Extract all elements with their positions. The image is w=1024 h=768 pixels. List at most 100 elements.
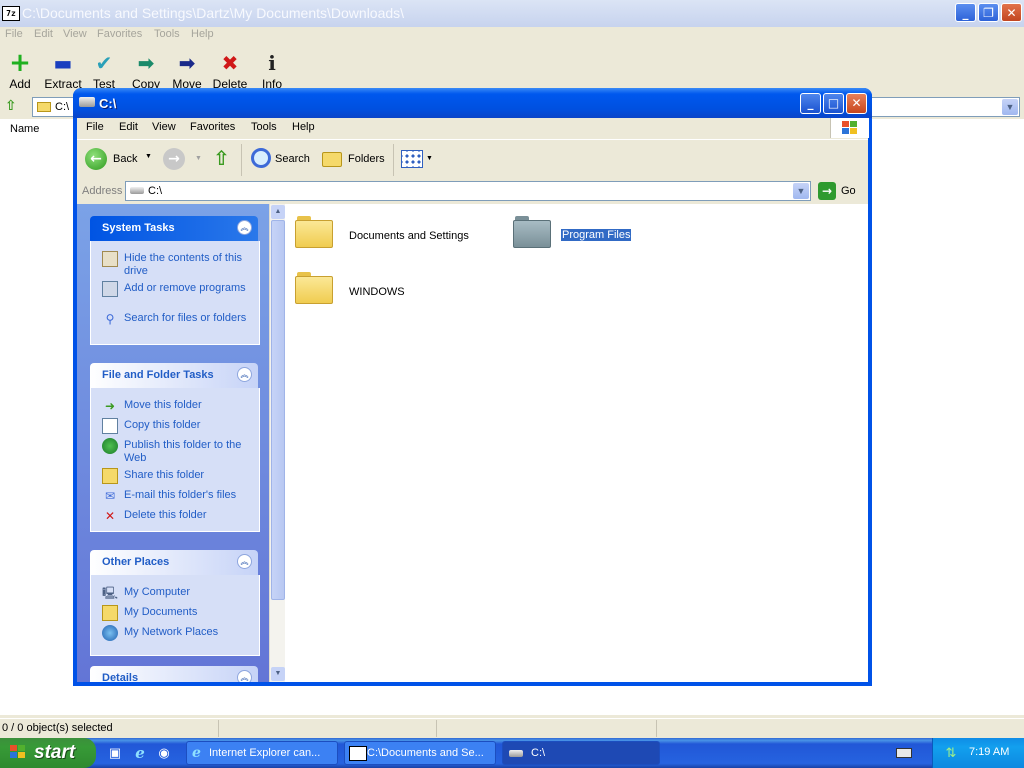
start-button[interactable]: start [0, 738, 96, 768]
task-copy-folder[interactable]: Copy this folder [102, 418, 252, 434]
clock[interactable]: 7:19 AM [969, 746, 1009, 758]
zip-app-icon: 7z [2, 6, 20, 21]
collapse-icon[interactable]: ︽ [237, 220, 252, 235]
zip-menu-help[interactable]: Help [191, 28, 214, 40]
task-label: E-mail this folder's files [124, 489, 237, 501]
folder-label: WINDOWS [349, 286, 405, 298]
task-publish-web[interactable]: Publish this folder to the Web [102, 438, 252, 466]
task-label: Search for files or folders [124, 312, 247, 324]
collapse-icon[interactable]: ︽ [237, 554, 252, 569]
address-field[interactable]: C:\ ▼ [125, 181, 811, 201]
keyboard-icon[interactable] [896, 748, 912, 758]
up-folder-button[interactable]: ⇧ [213, 146, 235, 172]
file-folder-tasks-title: File and Folder Tasks [102, 369, 214, 381]
publish-web-icon [102, 438, 118, 454]
task-delete-folder[interactable]: ✕ Delete this folder [102, 508, 252, 524]
other-places-header[interactable]: Other Places ︽ [90, 550, 258, 575]
task-hide-drive-contents[interactable]: Hide the contents of this drive [102, 251, 252, 279]
folder-item-windows[interactable]: WINDOWS [295, 270, 455, 310]
task-search-files[interactable]: ⚲ Search for files or folders [102, 311, 252, 339]
folder-body [295, 276, 333, 304]
network-tray-icon[interactable]: ⇅ [943, 745, 959, 761]
menu-view[interactable]: View [152, 121, 176, 133]
show-desktop-icon[interactable]: ▣ [106, 744, 124, 762]
go-button[interactable]: → Go [817, 181, 863, 201]
folder-label-selected: Program Files [559, 228, 633, 242]
zip-menu-view[interactable]: View [63, 28, 87, 40]
task-label: Delete this folder [124, 509, 207, 521]
maximize-button[interactable]: □ [823, 93, 844, 114]
task-pane-scrollbar[interactable]: ▲ ▼ [269, 204, 285, 682]
search-icon: ⚲ [105, 312, 115, 326]
address-text: C:\ [148, 185, 163, 197]
task-add-remove-programs[interactable]: Add or remove programs [102, 281, 252, 309]
back-arrow-icon: ← [85, 148, 107, 170]
toolbar-separator [393, 144, 394, 176]
zip-close-button[interactable]: ✕ [1001, 3, 1022, 22]
minimize-button[interactable]: _ [800, 93, 821, 114]
folder-view[interactable]: Documents and Settings Program Files WIN… [285, 204, 868, 682]
task-email-files[interactable]: ✉ E-mail this folder's files [102, 488, 252, 504]
folder-body [295, 220, 333, 248]
folders-button[interactable]: Folders [320, 146, 386, 174]
task-move-folder[interactable]: ➜ Move this folder [102, 398, 252, 414]
details-header[interactable]: Details ︽ [90, 666, 258, 682]
collapse-icon[interactable]: ︽ [237, 367, 252, 382]
zip-menu-edit[interactable]: Edit [34, 28, 53, 40]
zip-delete-button[interactable]: ✖ Delete [212, 51, 248, 91]
zip-info-button[interactable]: i Info [258, 51, 286, 91]
other-places-panel: 🖳 My Computer My Documents My Network Pl… [90, 575, 260, 656]
system-tray: ⇅ 7:19 AM [932, 738, 1024, 768]
menu-favorites[interactable]: Favorites [190, 121, 235, 133]
views-button[interactable]: ▼ [401, 149, 437, 171]
search-button[interactable]: Search [249, 146, 315, 174]
scroll-down-icon[interactable]: ▼ [271, 667, 285, 681]
zip-titlebar[interactable]: 7z C:\Documents and Settings\Dartz\My Do… [0, 0, 1024, 27]
zip-copy-button[interactable]: ➡ Copy [130, 51, 162, 91]
place-my-network-places[interactable]: My Network Places [102, 625, 252, 641]
zip-add-button[interactable]: + Add [4, 50, 36, 91]
taskbar-button-internet-explorer[interactable]: e Internet Explorer can... [186, 741, 338, 765]
scroll-up-icon[interactable]: ▲ [271, 205, 285, 219]
media-player-icon[interactable]: ◉ [155, 744, 173, 762]
internet-explorer-icon[interactable]: e [131, 744, 149, 762]
up-folder-icon[interactable]: ⇧ [5, 98, 21, 114]
file-folder-tasks-header[interactable]: File and Folder Tasks ︽ [90, 363, 258, 388]
zip-menu-file[interactable]: File [5, 28, 23, 40]
forward-dropdown-icon[interactable]: ▼ [195, 155, 202, 162]
back-dropdown-icon[interactable]: ▼ [145, 153, 152, 160]
scroll-thumb[interactable] [271, 220, 285, 600]
menu-edit[interactable]: Edit [119, 121, 138, 133]
forward-arrow-icon[interactable]: → [163, 148, 185, 170]
menu-file[interactable]: File [86, 121, 104, 133]
chevron-down-icon[interactable]: ▼ [1002, 99, 1018, 115]
zip-maximize-button[interactable]: ❐ [978, 3, 999, 22]
close-button[interactable]: ✕ [846, 93, 867, 114]
taskbar-button-explorer[interactable]: C:\ [502, 741, 660, 765]
chevron-down-icon[interactable]: ▼ [793, 183, 809, 199]
back-label: Back [113, 153, 138, 165]
back-button[interactable]: ← Back ▼ [83, 146, 152, 174]
taskbar-button-7zip[interactable]: 7z C:\Documents and Se... [344, 741, 496, 765]
taskbar-button-label: C:\Documents and Se... [367, 747, 484, 759]
explorer-titlebar[interactable]: C:\ _ □ ✕ [73, 88, 872, 118]
copy-folder-icon [102, 418, 118, 434]
zip-menu-tools[interactable]: Tools [154, 28, 180, 40]
system-tasks-header[interactable]: System Tasks ︽ [90, 216, 258, 241]
place-my-documents[interactable]: My Documents [102, 605, 252, 621]
zip-menu-favorites[interactable]: Favorites [97, 28, 142, 40]
zip-test-button[interactable]: ✔ Test [88, 51, 120, 91]
folder-item-documents-and-settings[interactable]: Documents and Settings [295, 214, 475, 254]
zip-status-bar: 0 / 0 object(s) selected [0, 718, 1024, 739]
zip-move-button[interactable]: ➡ Move [171, 51, 203, 91]
place-my-computer[interactable]: 🖳 My Computer [102, 585, 252, 601]
column-header-name[interactable]: Name [10, 123, 39, 135]
folder-item-program-files[interactable]: Program Files [513, 214, 673, 254]
task-share-folder[interactable]: Share this folder [102, 468, 252, 484]
place-label: My Documents [124, 606, 198, 618]
zip-extract-button[interactable]: ▬ Extract [42, 51, 84, 91]
menu-tools[interactable]: Tools [251, 121, 277, 133]
menu-help[interactable]: Help [292, 121, 315, 133]
collapse-icon[interactable]: ︽ [237, 670, 252, 682]
zip-minimize-button[interactable]: _ [955, 3, 976, 22]
